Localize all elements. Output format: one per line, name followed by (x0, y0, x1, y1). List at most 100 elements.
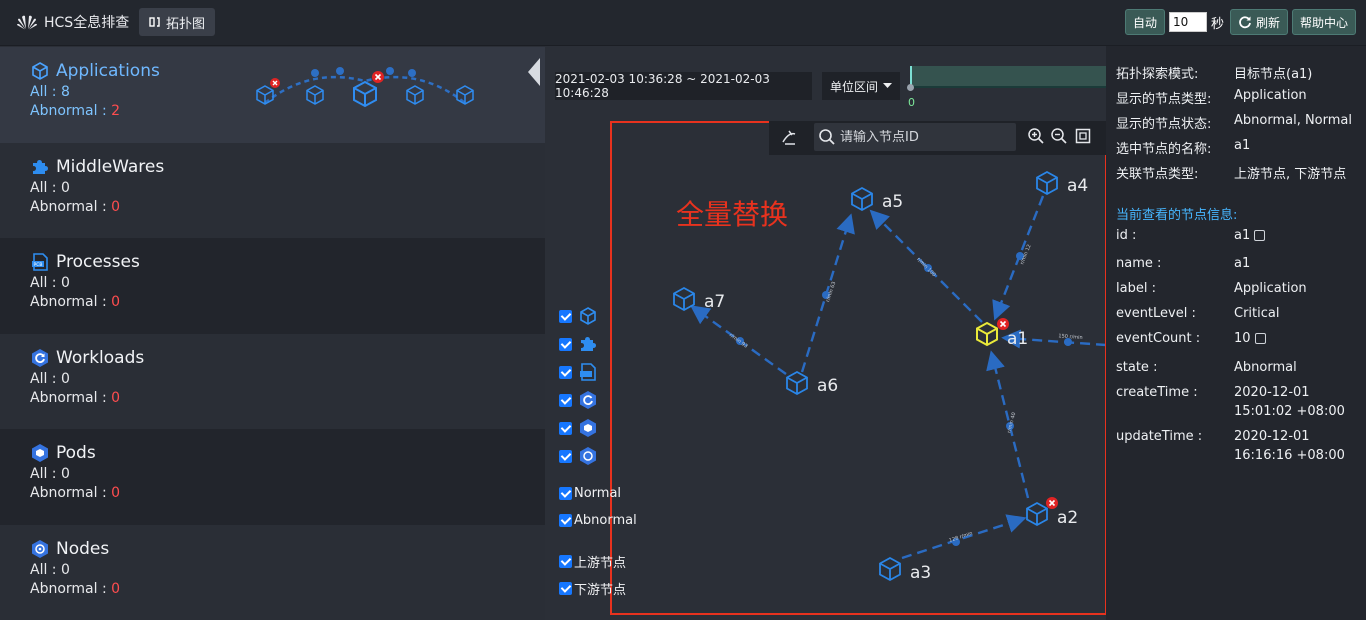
svg-text:PCB: PCB (34, 262, 43, 268)
filter-abnormal[interactable]: Abnormal (559, 513, 637, 528)
node-icon (32, 539, 48, 558)
search-icon (819, 129, 835, 145)
field-value: Application (1234, 281, 1307, 296)
checkbox[interactable] (559, 421, 572, 435)
category-title: Workloads (30, 348, 545, 368)
unit-select-label: 单位区间 (829, 79, 878, 94)
filter-middlewares[interactable] (559, 334, 598, 354)
field-value: a1 (1234, 228, 1266, 243)
filter-workloads[interactable] (559, 390, 598, 410)
checkbox[interactable] (559, 582, 572, 595)
category-abnormal: Abnormal : 0 (30, 294, 545, 310)
filter-label: 下游节点 (574, 583, 627, 598)
fit-view-icon[interactable] (1074, 127, 1092, 145)
types-key: 显示的节点类型: (1116, 92, 1212, 107)
field-key: createTime : (1116, 385, 1198, 400)
checkbox[interactable] (559, 393, 572, 407)
field-key: id : (1116, 228, 1137, 243)
timeline-bar[interactable] (910, 66, 1106, 88)
event-list-icon[interactable] (1254, 333, 1266, 344)
copy-icon[interactable] (1254, 230, 1266, 241)
category-workloads[interactable]: Workloads All : 0 Abnormal : 0 (0, 333, 545, 429)
checkbox[interactable] (559, 365, 572, 379)
checkbox[interactable] (559, 337, 572, 351)
filter-processes[interactable] (559, 362, 598, 382)
category-name: Nodes (56, 538, 110, 559)
auto-button[interactable]: 自动 (1124, 9, 1165, 35)
pod-icon (580, 419, 596, 437)
checkbox[interactable] (559, 514, 572, 527)
states-key: 显示的节点状态: (1116, 117, 1212, 132)
interval-input[interactable] (1168, 12, 1207, 32)
category-middlewares[interactable]: MiddleWares All : 0 Abnormal : 0 (0, 142, 545, 238)
checkbox[interactable] (559, 555, 572, 568)
field-key: eventCount : (1116, 331, 1201, 346)
field-key: updateTime : (1116, 429, 1203, 444)
field-value: a1 (1234, 256, 1251, 271)
abnormal-count: 0 (111, 198, 121, 215)
brand[interactable]: HCS全息排查 (16, 12, 129, 32)
mode-value: 目标节点(a1) (1234, 67, 1313, 82)
topology-label: 拓扑图 (166, 16, 206, 32)
field-key: eventLevel : (1116, 306, 1196, 321)
help-label: 帮助中心 (1299, 15, 1348, 30)
node-info-title: 当前查看的节点信息: (1116, 208, 1238, 223)
category-abnormal: Abnormal : 0 (30, 485, 545, 501)
category-processes[interactable]: PCB Processes All : 0 Abnormal : 0 (0, 238, 545, 334)
node-icon (580, 447, 596, 465)
field-value: 2020-12-01 (1234, 429, 1310, 444)
category-applications[interactable]: Applications All : 8 Abnormal : 2 (0, 47, 545, 143)
abnormal-label: Abnormal : (30, 580, 112, 597)
filter-upstream[interactable]: 上游节点 (559, 552, 626, 571)
caret-down-icon (883, 83, 892, 88)
filter-pods[interactable] (559, 418, 598, 438)
collapse-panel-arrow[interactable] (528, 58, 540, 86)
mode-key: 拓扑探索模式: (1116, 67, 1199, 82)
category-title: Pods (30, 443, 545, 463)
cube-icon (580, 307, 596, 325)
checkbox[interactable] (559, 487, 572, 500)
abnormal-count: 0 (111, 580, 121, 597)
filter-applications[interactable] (559, 306, 598, 326)
node-search[interactable] (814, 123, 1016, 151)
mini-topology-preview (256, 67, 474, 108)
field-value-2: 16:16:16 +08:00 (1234, 448, 1345, 463)
node-search-input[interactable] (840, 129, 1010, 145)
category-name: Workloads (56, 347, 145, 368)
workload-icon (32, 348, 48, 367)
states-value: Abnormal, Normal (1234, 113, 1352, 128)
abnormal-label: Abnormal : (30, 103, 112, 119)
time-range-display[interactable]: 2021-02-03 10:36:28 ~ 2021-02-03 10:46:2… (555, 72, 812, 100)
selected-key: 选中节点的名称: (1116, 142, 1212, 157)
unit-interval-select[interactable]: 单位区间 (822, 72, 900, 100)
id-value: a1 (1234, 228, 1251, 243)
selected-value: a1 (1234, 138, 1251, 153)
category-all: All : 0 (30, 466, 70, 482)
checkbox[interactable] (559, 309, 572, 323)
timeline-handle[interactable] (907, 84, 914, 91)
layout-icon[interactable] (780, 128, 798, 146)
help-center-button[interactable]: 帮助中心 (1291, 9, 1356, 35)
filter-nodes[interactable] (559, 446, 598, 466)
checkbox[interactable] (559, 449, 572, 463)
filter-downstream[interactable]: 下游节点 (559, 579, 626, 598)
category-pods[interactable]: Pods All : 0 Abnormal : 0 (0, 429, 545, 525)
huawei-logo-icon (17, 15, 37, 30)
category-nodes[interactable]: Nodes All : 0 Abnormal : 0 (0, 524, 545, 620)
event-count-value: 10 (1234, 331, 1251, 346)
abnormal-count: 0 (111, 294, 121, 310)
category-all: All : 0 (30, 275, 70, 291)
category-title: MiddleWares (30, 157, 545, 177)
zoom-in-icon[interactable] (1027, 127, 1045, 145)
mini-node (256, 80, 474, 108)
zoom-out-icon[interactable] (1050, 127, 1068, 145)
refresh-icon (1239, 16, 1251, 29)
field-key: name : (1116, 256, 1162, 271)
filter-normal[interactable]: Normal (559, 486, 621, 501)
topology-tab[interactable]: 拓扑图 (139, 8, 216, 36)
timeline-zero-label: 0 (908, 96, 915, 109)
abnormal-label: Abnormal : (30, 485, 112, 501)
process-icon (580, 363, 596, 381)
refresh-button[interactable]: 刷新 (1229, 9, 1288, 35)
field-value: 2020-12-01 (1234, 385, 1310, 400)
